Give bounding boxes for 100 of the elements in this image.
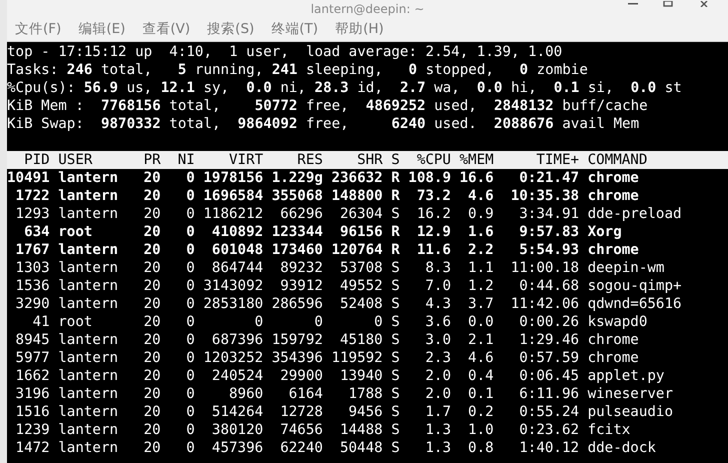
table-cell-text: pulseaudio [588,403,674,421]
menu-item[interactable]: 终端(T) [271,20,318,38]
table-cell-text: lantern [58,295,120,313]
table-cell: 173460 [272,241,323,259]
table-cell-text: 3.0 [424,331,451,349]
table-cell: 1203252 [203,349,264,367]
table-cell-text: 2.0 [424,367,451,385]
table-cell: 354396 [272,349,323,367]
table-cell-text: 53708 [338,259,383,277]
table-cell-text: 20 [142,403,161,421]
table-cell-text: 0:21.47 [518,169,580,187]
table-cell-text: 0 [185,295,195,313]
table-cell-text: 20 [142,367,161,385]
table-cell-text: lantern [58,205,120,223]
menu-item[interactable]: 帮助(H) [335,20,384,38]
table-cell-text: 240524 [210,367,264,385]
menu-item[interactable]: 编辑(E) [78,20,126,38]
table-cell-text: 4.3 [424,295,451,313]
table-cell-text: wineserver [588,385,674,403]
table-cell-text: 89232 [279,259,323,277]
table-cell-text: 52408 [338,295,383,313]
table-cell-text: 0 [185,259,195,277]
table-cell-text: 20 [142,205,161,223]
table-cell-text: 0 [185,313,195,331]
column-header: TIME+ [535,151,580,169]
table-cell: S [391,313,400,331]
close-icon[interactable] [700,1,710,7]
table-cell-text: lantern [58,169,120,187]
table-cell-text: chrome [588,241,640,259]
table-cell-text: lantern [58,349,120,367]
menu-item[interactable]: 查看(V) [142,20,190,38]
table-cell: S [391,259,400,277]
table-cell-text: 6:11.96 [518,385,580,403]
table-cell-text: Xorg [588,223,623,241]
table-cell-text: kswapd0 [588,313,648,331]
table-cell-text: 4.6 [467,187,494,205]
table-cell-text: qdwnd=65616 [588,295,683,313]
table-cell-text: 13940 [338,367,383,385]
table-cell-text: 0 [185,205,195,223]
table-cell: 108.9 [408,169,451,187]
table-cell-text: 1:40.12 [518,439,580,457]
table-cell-text: 2.0 [424,385,451,403]
column-header: %CPU [416,151,451,169]
table-cell-text: 62240 [279,439,323,457]
summary-line: %Cpu(s): 56.9 us, 12.1 sy, 0.0 ni, 28.3 id, 2.7 wa, 0.0 hi, 0.1 si, 0.0 st [7,79,683,97]
menu-item[interactable]: 搜索(S) [207,20,254,38]
maximize-icon[interactable] [663,1,673,7]
table-cell: 1.229g [272,169,323,187]
table-cell-text: chrome [588,331,640,349]
table-cell-text: dde-preload [588,205,683,223]
table-cell-text: 1767 [14,241,50,259]
table-cell-text: 1472 [14,439,50,457]
table-cell: 2853180 [203,295,264,313]
table-cell: 16.6 [460,169,494,187]
table-cell-text: 20 [142,187,161,205]
table-cell-text: lantern [58,385,120,403]
table-cell-text: 1.3 [424,421,451,439]
column-header: COMMAND [588,151,648,169]
table-cell: S [391,385,400,403]
table-cell-text: applet.py [588,367,666,385]
table-cell-text: lantern [58,241,120,259]
table-cell-text: 0 [373,313,383,331]
column-header: SHR [356,151,383,169]
table-cell-text: 5977 [14,349,50,367]
table-cell: S [391,439,400,457]
table-cell-text: chrome [588,187,640,205]
table-cell-text: 0.1 [467,385,494,403]
table-cell-text: lantern [58,439,120,457]
table-cell-text: 11:42.06 [510,295,580,313]
column-header: %MEM [460,151,494,169]
table-cell-text: 3290 [14,295,50,313]
table-cell-text: 3.7 [467,295,494,313]
table-cell-text: chrome [588,349,640,367]
table-cell-text: 687396 [210,331,264,349]
table-cell: 1696584 [203,187,264,205]
column-header: NI [176,151,195,169]
table-cell-text: 8945 [14,331,50,349]
minimize-icon[interactable] [628,1,638,5]
table-cell-text: 20 [142,349,161,367]
table-cell-text: 0 [185,403,195,421]
summary-line: KiB Mem : 7768156 total, 50772 free, 4869252 used, 2848132 buff/cache [7,97,649,115]
table-cell-text: 8960 [228,385,264,403]
table-cell-text: 0 [185,241,195,259]
summary-line: KiB Swap: 9870332 total, 9864092 free, 6240 used. 2088676 avail Mem [7,115,640,133]
table-cell-text: 0.8 [467,439,494,457]
table-cell-text: 3.6 [424,313,451,331]
table-cell-text: 601048 [210,241,264,259]
table-cell-text: 1.3 [424,439,451,457]
table-cell-text: 380120 [210,421,264,439]
table-cell-text: lantern [58,259,120,277]
table-cell-text: 0:44.68 [518,277,580,295]
table-cell: 120764 [331,241,383,259]
menu-item[interactable]: 文件(F) [15,20,62,38]
table-cell-text: 1.2 [467,277,494,295]
table-cell-text: 0:55.24 [518,403,580,421]
table-cell-text: 0 [185,385,195,403]
table-cell-text: 1:29.46 [518,331,580,349]
table-cell-text: 1303 [14,259,50,277]
table-cell-text: 0 [254,313,264,331]
table-cell: S [391,403,400,421]
